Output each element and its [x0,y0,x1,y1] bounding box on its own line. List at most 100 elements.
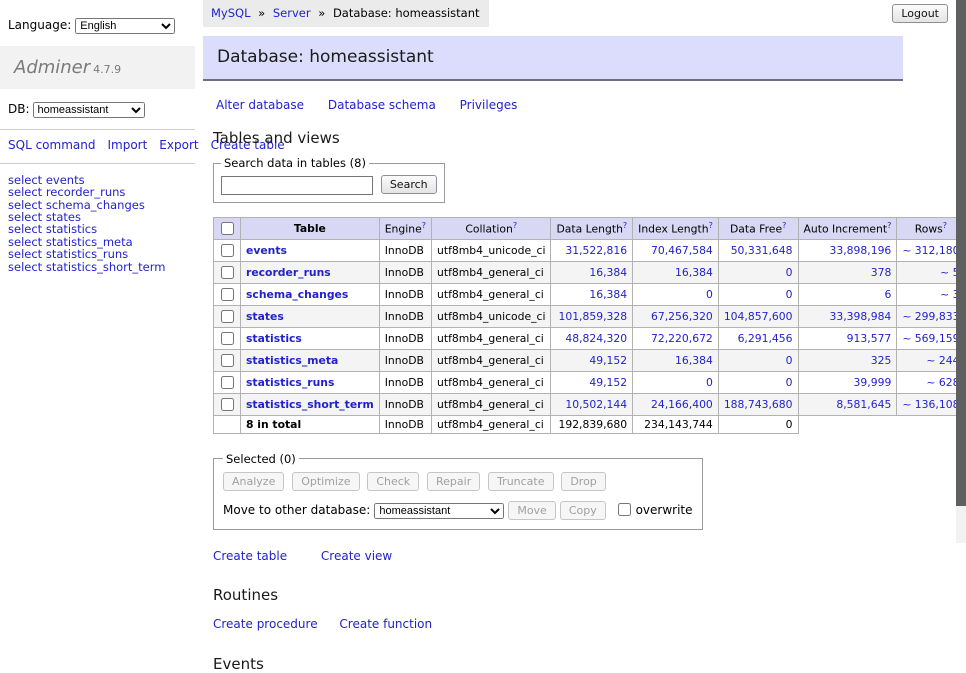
help-icon[interactable]: ? [709,221,713,230]
help-icon[interactable]: ? [943,221,947,230]
row-checkbox[interactable] [221,266,234,279]
index-length-link[interactable]: 67,256,320 [651,310,713,323]
rows-link[interactable]: ~ 569,159 [902,332,959,345]
row-checkbox[interactable] [221,288,234,301]
data-free-link[interactable]: 0 [786,376,793,389]
rows-cell: ~ 5 [897,261,965,283]
row-checkbox[interactable] [221,376,234,389]
sidebar-item-select-statistics-runs[interactable]: select statistics_runs [8,248,187,260]
create-function-link[interactable]: Create function [339,617,432,631]
data-free-link[interactable]: 188,743,680 [724,398,793,411]
create-view-link[interactable]: Create view [321,549,392,563]
move-database-select[interactable]: homeassistant [374,503,504,519]
db-select[interactable]: homeassistant [33,102,145,118]
rows-link[interactable]: ~ 312,180 [902,244,959,257]
search-button[interactable]: Search [381,175,437,194]
data-length-link[interactable]: 49,152 [589,354,627,367]
repair-button[interactable]: Repair [427,472,480,491]
select-all-checkbox[interactable] [221,222,234,235]
move-button[interactable]: Move [508,501,556,520]
data-free-link[interactable]: 104,857,600 [724,310,793,323]
data-free-link[interactable]: 0 [786,266,793,279]
help-icon[interactable]: ? [623,221,627,230]
scrollbar-thumb[interactable] [956,0,966,506]
auto-increment-link[interactable]: 33,398,984 [829,310,891,323]
table-name-link[interactable]: recorder_runs [246,266,331,279]
table-name-link[interactable]: statistics_meta [246,354,338,367]
table-name-link[interactable]: statistics [246,332,302,345]
rows-link[interactable]: ~ 136,108 [902,398,959,411]
index-length-link[interactable]: 16,384 [675,266,713,279]
search-input[interactable] [221,176,373,195]
truncate-button[interactable]: Truncate [488,472,553,491]
row-checkbox-cell [214,239,241,261]
auto-increment-link[interactable]: 8,581,645 [836,398,891,411]
data-free-link[interactable]: 50,331,648 [731,244,793,257]
sidebar-item-select-statistics[interactable]: select statistics [8,223,187,235]
help-icon[interactable]: ? [513,221,517,230]
auto-increment-link[interactable]: 39,999 [854,376,892,389]
row-checkbox[interactable] [221,354,234,367]
auto-increment-link[interactable]: 6 [884,288,891,301]
data-length-link[interactable]: 16,384 [589,266,627,279]
auto-increment-cell: 378 [798,261,897,283]
rows-link[interactable]: ~ 628 [926,376,959,389]
sidebar-link-export[interactable]: Export [159,138,198,152]
overwrite-checkbox[interactable] [618,503,631,516]
data-length-link[interactable]: 49,152 [589,376,627,389]
index-length-link[interactable]: 16,384 [675,354,713,367]
row-checkbox[interactable] [221,398,234,411]
table-name-link[interactable]: schema_changes [246,288,348,301]
auto-increment-link[interactable]: 378 [871,266,892,279]
data-length-link[interactable]: 48,824,320 [565,332,627,345]
data-length-link[interactable]: 101,859,328 [558,310,627,323]
help-icon[interactable]: ? [422,221,426,230]
index-length-link[interactable]: 70,467,584 [651,244,713,257]
data-length-link[interactable]: 16,384 [589,288,627,301]
table-name-link[interactable]: states [246,310,284,323]
privileges-link[interactable]: Privileges [460,98,518,112]
auto-increment-link[interactable]: 33,898,196 [829,244,891,257]
data-free-link[interactable]: 6,291,456 [738,332,793,345]
index-length-link[interactable]: 0 [706,288,713,301]
row-checkbox[interactable] [221,332,234,345]
data-length-link[interactable]: 31,522,816 [565,244,627,257]
data-length-cell: 49,152 [551,349,633,371]
optimize-button[interactable]: Optimize [292,472,359,491]
index-length-link[interactable]: 0 [706,376,713,389]
table-name-link[interactable]: events [246,244,287,257]
help-icon[interactable]: ? [782,221,786,230]
table-name-link[interactable]: statistics_runs [246,376,334,389]
drop-button[interactable]: Drop [561,472,605,491]
sidebar-link-sql-command[interactable]: SQL command [8,138,95,152]
create-table-link[interactable]: Create table [213,549,287,563]
breadcrumb-link-mysql[interactable]: MySQL [211,6,251,20]
row-checkbox[interactable] [221,244,234,257]
breadcrumb-link-server[interactable]: Server [273,6,311,20]
table-name-link[interactable]: statistics_short_term [246,398,374,411]
copy-button[interactable]: Copy [560,501,606,520]
index-length-link[interactable]: 72,220,672 [651,332,713,345]
sidebar-link-import[interactable]: Import [107,138,147,152]
sidebar-item-select-recorder-runs[interactable]: select recorder_runs [8,186,187,198]
language-select[interactable]: English [75,18,175,34]
create-procedure-link[interactable]: Create procedure [213,617,318,631]
data-free-link[interactable]: 0 [786,288,793,301]
check-button[interactable]: Check [367,472,419,491]
auto-increment-link[interactable]: 913,577 [847,332,892,345]
index-length-link[interactable]: 24,166,400 [651,398,713,411]
row-checkbox[interactable] [221,310,234,323]
data-free-link[interactable]: 0 [786,354,793,367]
rows-link[interactable]: ~ 244 [926,354,959,367]
move-row: Move to other database:homeassistantMove… [223,500,693,520]
auto-increment-cell: 6 [798,283,897,305]
alter-database-link[interactable]: Alter database [216,98,304,112]
auto-increment-link[interactable]: 325 [871,354,892,367]
help-icon[interactable]: ? [887,221,891,230]
sidebar-item-select-statistics-short-term[interactable]: select statistics_short_term [8,261,187,273]
vertical-scrollbar[interactable] [956,0,966,543]
analyze-button[interactable]: Analyze [223,472,284,491]
data-length-link[interactable]: 10,502,144 [565,398,627,411]
rows-link[interactable]: ~ 299,833 [902,310,959,323]
database-schema-link[interactable]: Database schema [328,98,436,112]
